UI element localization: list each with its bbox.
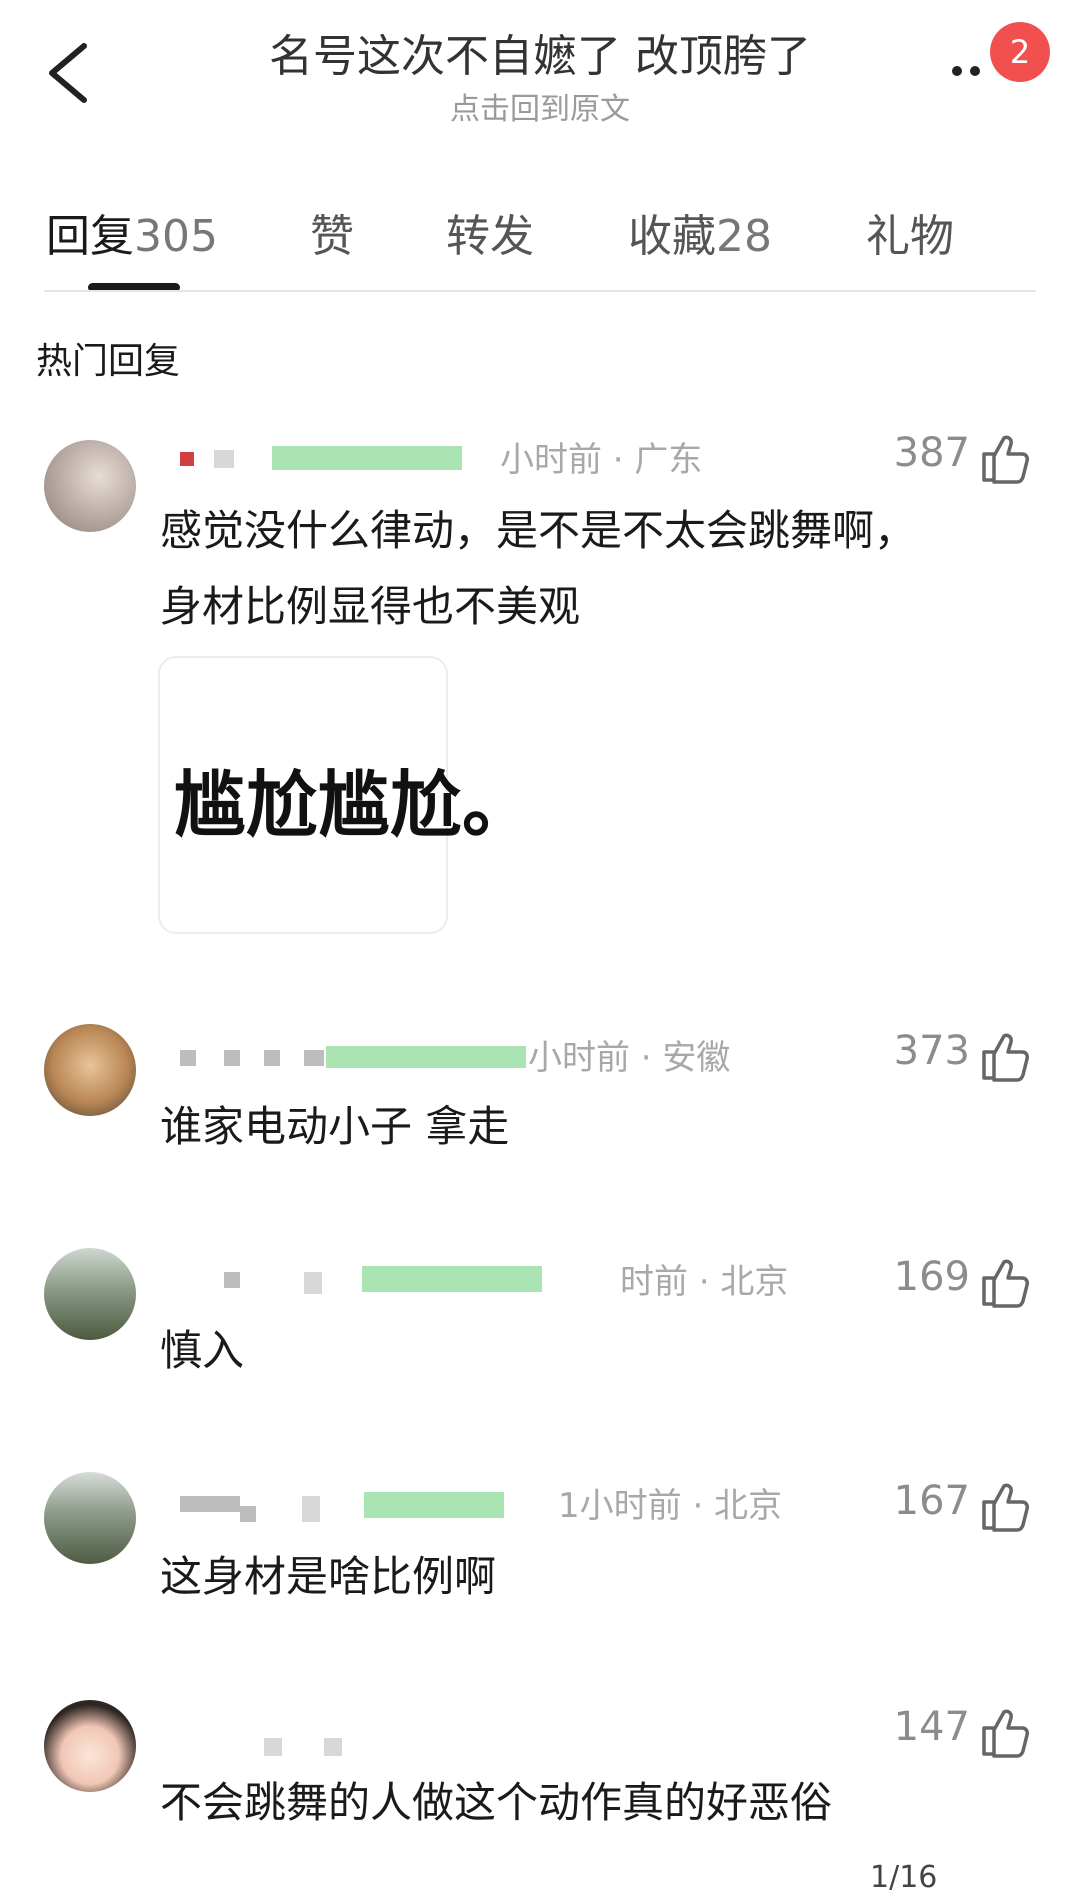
comment-sticker-image[interactable]: 尴尬尴尬。 bbox=[158, 656, 534, 934]
notification-badge: 2 bbox=[990, 22, 1050, 82]
comment-text: 这身材是啥比例啊 bbox=[160, 1552, 497, 1601]
tab-favorites-label: 收藏 bbox=[628, 211, 716, 262]
tab-replies-count: 305 bbox=[134, 211, 218, 262]
section-title: 热门回复 bbox=[36, 341, 181, 382]
comment-text: 谁家电动小子 拿走 bbox=[160, 1102, 510, 1151]
post-title[interactable]: 名号这次不自嬷了 改顶胯了 bbox=[0, 20, 1080, 84]
comment-meta: 时前 · 北京 bbox=[620, 1262, 789, 1302]
comment-meta: 小时前 · 安徽 bbox=[528, 1038, 731, 1078]
page-indicator: 1/16 bbox=[870, 1860, 938, 1895]
thumbs-up-icon[interactable] bbox=[980, 1706, 1032, 1758]
thumbs-up-icon[interactable] bbox=[980, 1030, 1032, 1082]
avatar[interactable] bbox=[44, 440, 136, 532]
like-count: 167 bbox=[893, 1478, 970, 1524]
comment-text: 感觉没什么律动，是不是不太会跳舞啊， bbox=[160, 506, 917, 555]
tab-reposts-label: 转发 bbox=[446, 211, 534, 262]
like-count: 169 bbox=[893, 1254, 970, 1300]
like-count: 147 bbox=[893, 1704, 970, 1750]
thumbs-up-icon[interactable] bbox=[980, 1480, 1032, 1532]
avatar[interactable] bbox=[44, 1024, 136, 1116]
like-count: 373 bbox=[893, 1028, 970, 1074]
tab-likes-label: 赞 bbox=[310, 211, 354, 262]
back-to-original-link[interactable]: 点击回到原文 bbox=[0, 84, 1080, 128]
tab-divider bbox=[44, 290, 1036, 292]
tab-favorites-count: 28 bbox=[716, 211, 772, 262]
tab-favorites[interactable]: 收藏28 bbox=[628, 200, 772, 264]
avatar[interactable] bbox=[44, 1472, 136, 1564]
avatar[interactable] bbox=[44, 1248, 136, 1340]
username-blurred[interactable] bbox=[180, 1492, 540, 1522]
username-blurred[interactable] bbox=[200, 1266, 620, 1294]
username-blurred[interactable] bbox=[180, 1044, 526, 1070]
comment-text: 身材比例显得也不美观 bbox=[160, 582, 581, 631]
username-blurred[interactable] bbox=[260, 1734, 380, 1760]
thumbs-up-icon[interactable] bbox=[980, 1256, 1032, 1308]
more-dots-icon[interactable] bbox=[948, 54, 988, 84]
tab-likes[interactable]: 赞 bbox=[310, 200, 354, 264]
username-blurred[interactable] bbox=[180, 446, 480, 472]
tab-gifts[interactable]: 礼物 bbox=[866, 200, 954, 264]
tab-gifts-label: 礼物 bbox=[866, 211, 954, 262]
thumbs-up-icon[interactable] bbox=[980, 432, 1032, 484]
tab-replies[interactable]: 回复305 bbox=[46, 200, 218, 264]
tab-replies-label: 回复 bbox=[46, 211, 134, 262]
comment-meta: 1小时前 · 北京 bbox=[558, 1486, 783, 1526]
comment-meta: 小时前 · 广东 bbox=[500, 440, 703, 480]
like-count: 387 bbox=[893, 430, 970, 476]
comment-text: 慎入 bbox=[160, 1326, 245, 1375]
avatar[interactable] bbox=[44, 1700, 136, 1792]
tab-reposts[interactable]: 转发 bbox=[446, 200, 534, 264]
comment-text: 不会跳舞的人做这个动作真的好恶俗 bbox=[160, 1778, 833, 1827]
sticker-text: 尴尬尴尬。 bbox=[174, 762, 535, 847]
